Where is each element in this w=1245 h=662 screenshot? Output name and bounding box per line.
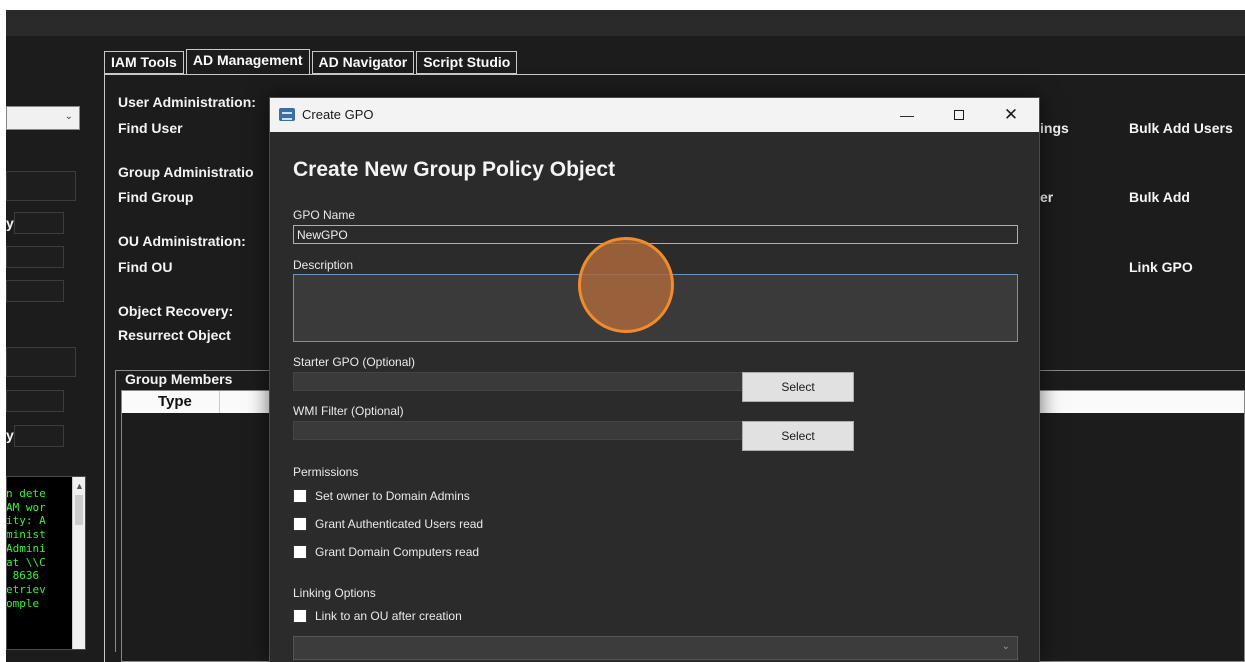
checkbox-box[interactable] (293, 517, 307, 531)
left-panel: ⌄ y y n dete AM wor ity: Aminist Admini at \… (6, 46, 102, 662)
group-admin-label: Group Administratio (118, 164, 254, 180)
ou-admin-label: OU Administration: (118, 233, 246, 249)
starter-gpo-field (293, 372, 744, 391)
left-input-6[interactable] (6, 390, 64, 412)
output-console[interactable]: n dete AM wor ity: Aminist Admini at \\C 863… (6, 476, 86, 650)
set-owner-checkbox[interactable]: Set owner to Domain Admins (293, 488, 470, 504)
chevron-down-icon: ⌄ (64, 111, 73, 122)
left-label-y2: y (6, 427, 14, 443)
object-recovery-label: Object Recovery: (118, 303, 234, 319)
checkbox-label: Set owner to Domain Admins (315, 489, 470, 503)
starter-gpo-select-button[interactable]: Select (742, 372, 854, 402)
bulk-add-users-link[interactable]: Bulk Add Users (1129, 120, 1233, 136)
starter-gpo-label: Starter GPO (Optional) (293, 355, 416, 369)
dialog-heading: Create New Group Policy Object (293, 158, 616, 181)
tab-iam-tools[interactable]: IAM Tools (104, 51, 184, 74)
main-tabs: IAM Tools AD Management AD Navigator Scr… (104, 49, 519, 75)
console-line: omple (7, 596, 40, 610)
checkbox-box[interactable] (293, 545, 307, 559)
left-input-4[interactable] (6, 280, 64, 302)
app-titlebar (6, 10, 1245, 36)
checkbox-label: Grant Authenticated Users read (315, 517, 484, 531)
settings-link[interactable]: ings (1040, 120, 1069, 136)
find-ou-link[interactable]: Find OU (118, 259, 172, 275)
checkbox-label: Link to an OU after creation (315, 609, 462, 623)
group-members-title: Group Members (123, 371, 237, 387)
left-input-2[interactable] (14, 212, 64, 234)
console-line: Admini (7, 541, 46, 555)
dialog-title: Create GPO (302, 107, 374, 122)
left-input-5[interactable] (6, 347, 76, 377)
console-line: minist (7, 528, 46, 542)
console-line: etriev (7, 582, 46, 596)
console-line: at \\C (7, 555, 46, 569)
find-group-link[interactable]: Find Group (118, 189, 193, 205)
ou-dropdown[interactable]: ⌄ (293, 636, 1018, 660)
maximize-button[interactable] (936, 98, 982, 132)
description-label: Description (293, 258, 354, 272)
left-label-y1: y (6, 215, 14, 231)
close-button[interactable]: ✕ (988, 98, 1034, 132)
link-gpo-link[interactable]: Link GPO (1129, 259, 1193, 275)
checkbox-box[interactable] (293, 489, 307, 503)
user-admin-label: User Administration: (118, 94, 256, 110)
wmi-filter-field (293, 421, 744, 440)
maximize-icon (954, 109, 964, 120)
gpo-name-label: GPO Name (293, 208, 356, 222)
grant-auth-users-checkbox[interactable]: Grant Authenticated Users read (293, 516, 483, 532)
bulk-add-link[interactable]: Bulk Add (1129, 189, 1190, 205)
app-icon (279, 108, 295, 121)
left-input-7[interactable] (14, 425, 64, 447)
domain-combo[interactable]: ⌄ (6, 106, 80, 130)
tab-ad-management[interactable]: AD Management (185, 49, 310, 75)
tab-ad-navigator[interactable]: AD Navigator (311, 51, 415, 74)
scroll-thumb[interactable] (75, 495, 83, 525)
checkbox-label: Grant Domain Computers read (315, 545, 480, 559)
left-input-1[interactable] (6, 171, 76, 201)
chevron-up-icon[interactable]: ▲ (75, 481, 84, 491)
minimize-button[interactable]: — (884, 98, 930, 132)
console-line: 8636 (7, 569, 40, 583)
console-scrollbar[interactable]: ▲ (72, 477, 85, 649)
create-gpo-dialog: Create GPO — ✕ Create New Group Policy O… (269, 97, 1040, 662)
left-input-3[interactable] (6, 246, 64, 268)
wmi-filter-label: WMI Filter (Optional) (293, 404, 404, 418)
checkbox-box[interactable] (293, 609, 307, 623)
grant-domain-computers-checkbox[interactable]: Grant Domain Computers read (293, 544, 479, 560)
linking-options-label: Linking Options (293, 586, 376, 600)
link-ou-checkbox[interactable]: Link to an OU after creation (293, 608, 462, 624)
find-user-link[interactable]: Find User (118, 120, 183, 136)
gpo-name-input[interactable] (293, 225, 1018, 244)
tab-script-studio[interactable]: Script Studio (416, 51, 518, 74)
console-line: n dete (7, 487, 46, 500)
click-indicator (578, 237, 674, 333)
er-link[interactable]: er (1040, 189, 1053, 205)
resurrect-object-link[interactable]: Resurrect Object (118, 327, 231, 343)
wmi-filter-select-button[interactable]: Select (742, 421, 854, 451)
column-header-type[interactable]: Type (130, 391, 220, 413)
chevron-down-icon: ⌄ (1001, 641, 1010, 652)
console-line: AM wor (7, 500, 46, 514)
dialog-titlebar[interactable]: Create GPO — ✕ (270, 98, 1039, 132)
console-line: ity: A (7, 514, 46, 528)
console-lines: n dete AM wor ity: Aminist Admini at \\C 863… (7, 487, 71, 610)
permissions-label: Permissions (293, 465, 359, 479)
